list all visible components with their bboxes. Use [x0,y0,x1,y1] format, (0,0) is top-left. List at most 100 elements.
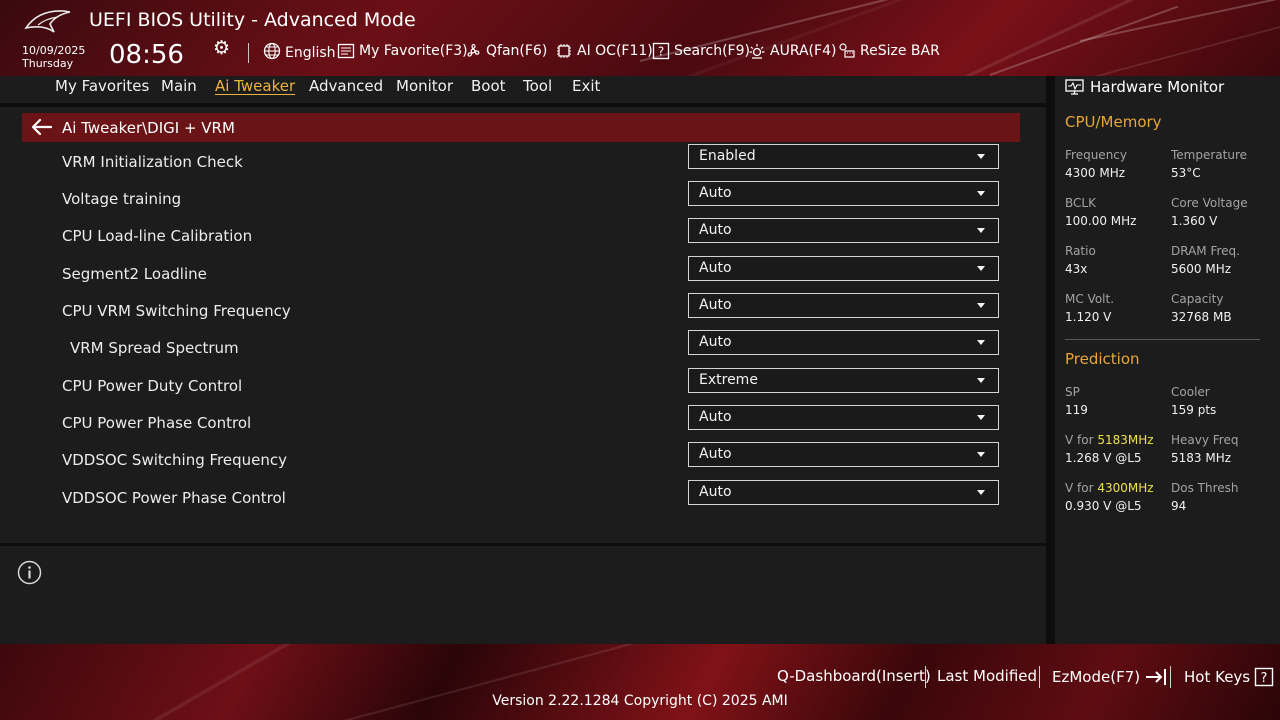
monitor-icon [1065,78,1084,95]
ai-chip-icon [557,44,571,58]
hw-label: Dos Thresh [1171,481,1239,495]
hw-label: V for 4300MHz [1065,481,1154,495]
setting-dropdown[interactable]: Auto [688,293,999,318]
dropdown-value: Auto [699,222,732,238]
my-favorite-label: My Favorite(F3) [359,43,468,59]
language-label: English [285,45,336,61]
setting-dropdown[interactable]: Auto [688,330,999,355]
clock-time[interactable]: 08:56 [109,40,184,70]
hw-value: 1.360 V [1171,214,1218,228]
dropdown-value: Extreme [699,372,758,388]
q-dashboard-button[interactable]: Q-Dashboard(Insert) [777,667,931,685]
hw-label: Core Voltage [1171,196,1248,210]
aura-label: AURA(F4) [770,43,837,59]
hw-label: DRAM Freq. [1171,244,1240,258]
hw-value: 53°C [1171,166,1201,180]
footer-divider [925,666,926,688]
tab-advanced[interactable]: Advanced [309,77,383,95]
v-for-frequency: 4300MHz [1097,481,1154,495]
tab-monitor[interactable]: Monitor [396,77,453,95]
setting-dropdown[interactable]: Extreme [688,368,999,393]
dropdown-value: Auto [699,446,732,462]
settings-panel: Ai Tweaker\DIGI + VRM VRM Initialization… [0,107,1046,543]
chevron-down-icon [977,303,985,308]
v-for-prefix: V for [1065,481,1098,495]
setting-dropdown[interactable]: Auto [688,218,999,243]
cpu-memory-heading: CPU/Memory [1065,113,1162,131]
chevron-down-icon [977,154,985,159]
hw-value: 1.120 V [1065,310,1112,324]
setting-dropdown[interactable]: Auto [688,442,999,467]
back-arrow-icon[interactable] [31,118,53,136]
my-favorite-button[interactable]: My Favorite(F3) [337,42,468,60]
tab-boot[interactable]: Boot [471,77,506,95]
tab-tool[interactable]: Tool [523,77,552,95]
hot-keys-button[interactable]: Hot Keys ? [1184,667,1274,687]
favorite-list-icon [337,43,355,59]
dropdown-value: Auto [699,297,732,313]
setting-label: VDDSOC Power Phase Control [62,489,286,507]
dropdown-value: Enabled [699,148,756,164]
hw-value: 4300 MHz [1065,166,1126,180]
setting-dropdown[interactable]: Auto [688,405,999,430]
search-question-icon: ? [652,42,670,60]
dropdown-value: Auto [699,260,732,276]
hw-label: Heavy Freq [1171,433,1239,447]
tab-exit[interactable]: Exit [572,77,600,95]
date-display: 10/09/2025 Thursday [22,44,85,70]
ai-oc-label: AI OC(F11) [577,43,653,59]
hw-label: SP [1065,385,1080,399]
dropdown-value: Auto [699,484,732,500]
hw-value: 94 [1171,499,1187,513]
setting-label: CPU Power Duty Control [62,377,243,395]
chevron-down-icon [977,378,985,383]
hw-label: Frequency [1065,148,1127,162]
setting-dropdown[interactable]: Auto [688,256,999,281]
chevron-down-icon [977,340,985,345]
setting-row[interactable]: VDDSOC Power Phase Control Auto [0,480,1046,526]
ezmode-button[interactable]: EzMode(F7) [1052,667,1170,687]
hw-value: 119 [1065,403,1088,417]
fan-icon [467,43,480,57]
ezmode-label: EzMode(F7) [1052,668,1141,686]
setting-label: Segment2 Loadline [62,265,207,283]
hw-label: BCLK [1065,196,1096,210]
setting-dropdown[interactable]: Auto [688,480,999,505]
rog-logo-icon [24,10,71,33]
day-text: Thursday [22,57,74,70]
hw-value: 43x [1065,262,1088,276]
hw-value: 5183 MHz [1171,451,1232,465]
hw-divider [1065,339,1260,340]
tab-ai-tweaker[interactable]: Ai Tweaker [215,77,295,95]
search-button[interactable]: ? Search(F9) [652,42,750,60]
hot-keys-label: Hot Keys [1184,668,1251,686]
last-modified-button[interactable]: Last Modified [937,667,1037,685]
chevron-down-icon [977,191,985,196]
svg-text:?: ? [1261,671,1268,686]
chevron-down-icon [977,228,985,233]
footer-divider [1170,666,1171,688]
qfan-button[interactable]: Qfan(F6) [464,42,547,60]
hw-value: 100.00 MHz [1065,214,1137,228]
language-button[interactable]: English [263,42,336,61]
header-divider [248,43,249,63]
v-for-prefix: V for [1065,433,1098,447]
setting-dropdown[interactable]: Auto [688,181,999,206]
app-title: UEFI BIOS Utility - Advanced Mode [89,9,416,31]
aura-button[interactable]: AURA(F4) [748,42,836,60]
qfan-label: Qfan(F6) [486,43,548,59]
aura-light-icon [749,44,765,59]
hw-title-text: Hardware Monitor [1090,78,1225,96]
hardware-monitor-panel: Hardware Monitor CPU/Memory Frequency 43… [1055,76,1280,644]
tab-my-favorites[interactable]: My Favorites [55,77,149,95]
gear-icon[interactable]: ⚙ [213,38,231,58]
setting-dropdown[interactable]: Enabled [688,144,999,169]
setting-label: VRM Spread Spectrum [70,339,239,357]
question-icon: ? [1254,667,1274,687]
resize-bar-button[interactable]: ReSize BAR [838,42,940,60]
ai-oc-button[interactable]: AI OC(F11) [555,42,653,60]
dropdown-value: Auto [699,409,732,425]
hw-label: Temperature [1171,148,1248,162]
chevron-down-icon [977,452,985,457]
tab-main[interactable]: Main [161,77,197,95]
